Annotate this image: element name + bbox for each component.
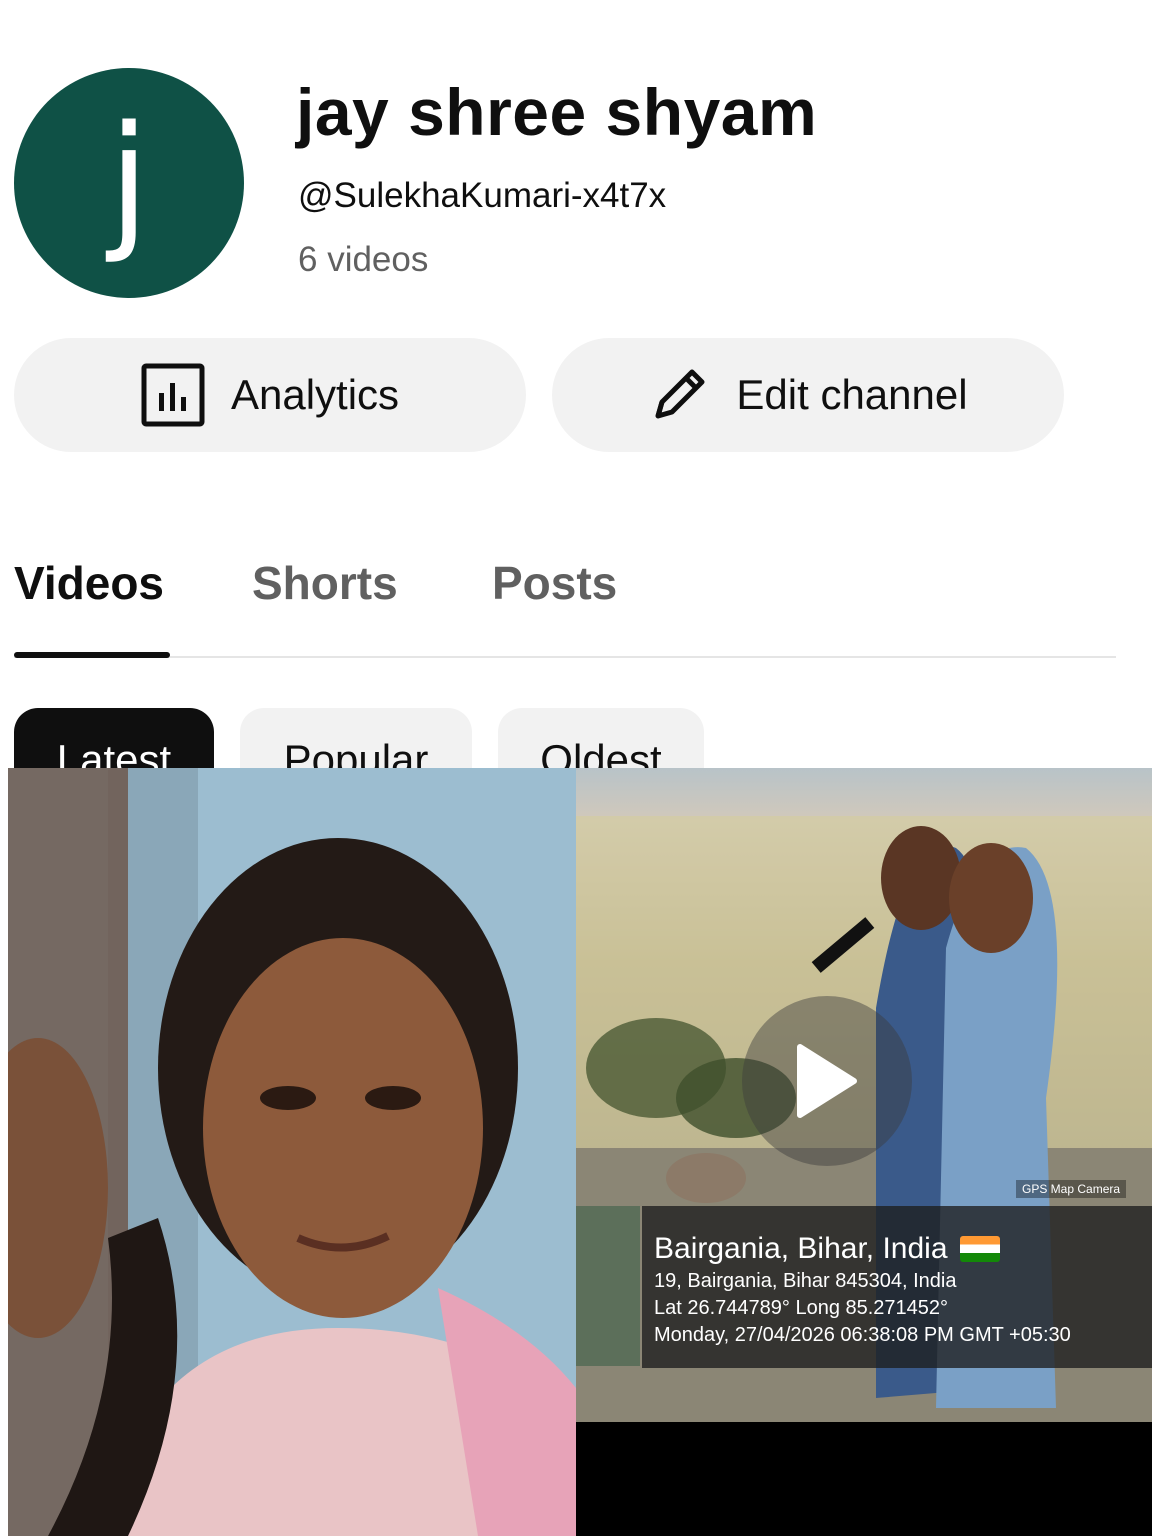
gps-app-label: GPS Map Camera [1016,1180,1127,1198]
tab-videos[interactable]: Videos [14,556,164,610]
analytics-icon [141,363,205,427]
outdoor-singing-photo: GPS Map Camera Bairgania, Bihar, India 1… [576,768,1152,1422]
avatar-letter: j [108,94,150,266]
channel-tabs: Videos Shorts Posts [0,548,1116,658]
selfie-photo [8,768,576,1536]
pencil-icon [648,364,710,426]
channel-avatar[interactable]: j [14,68,244,298]
gps-datetime: Monday, 27/04/2026 06:38:08 PM GMT +05:3… [654,1324,1071,1346]
gps-coordinates: Lat 26.744789° Long 85.271452° [654,1297,949,1319]
gps-overlay: Bairgania, Bihar, India 19, Bairgania, B… [642,1206,1152,1368]
gps-place: Bairgania, Bihar, India [654,1232,948,1265]
play-button[interactable] [742,996,912,1166]
tab-shorts[interactable]: Shorts [252,556,398,610]
india-flag-icon [959,1236,1000,1262]
tab-posts[interactable]: Posts [492,556,617,610]
channel-handle: @SulekhaKumari-x4t7x [298,176,667,215]
video-thumbnail[interactable]: GPS Map Camera Bairgania, Bihar, India 1… [576,768,1152,1536]
selected-tab-indicator [14,652,170,658]
channel-name: jay shree shyam [296,75,818,149]
edit-channel-button[interactable]: Edit channel [552,338,1064,452]
play-icon [797,1044,857,1118]
analytics-label: Analytics [230,371,400,418]
video-count: 6 videos [298,240,429,279]
edit-channel-label: Edit channel [736,371,968,418]
video-thumbnail[interactable] [8,768,576,1536]
gps-address: 19, Bairgania, Bihar 845304, India [654,1270,957,1292]
tabs-divider [14,656,1116,658]
gps-map-thumbnail [576,1206,640,1366]
analytics-button[interactable]: Analytics [14,338,526,452]
